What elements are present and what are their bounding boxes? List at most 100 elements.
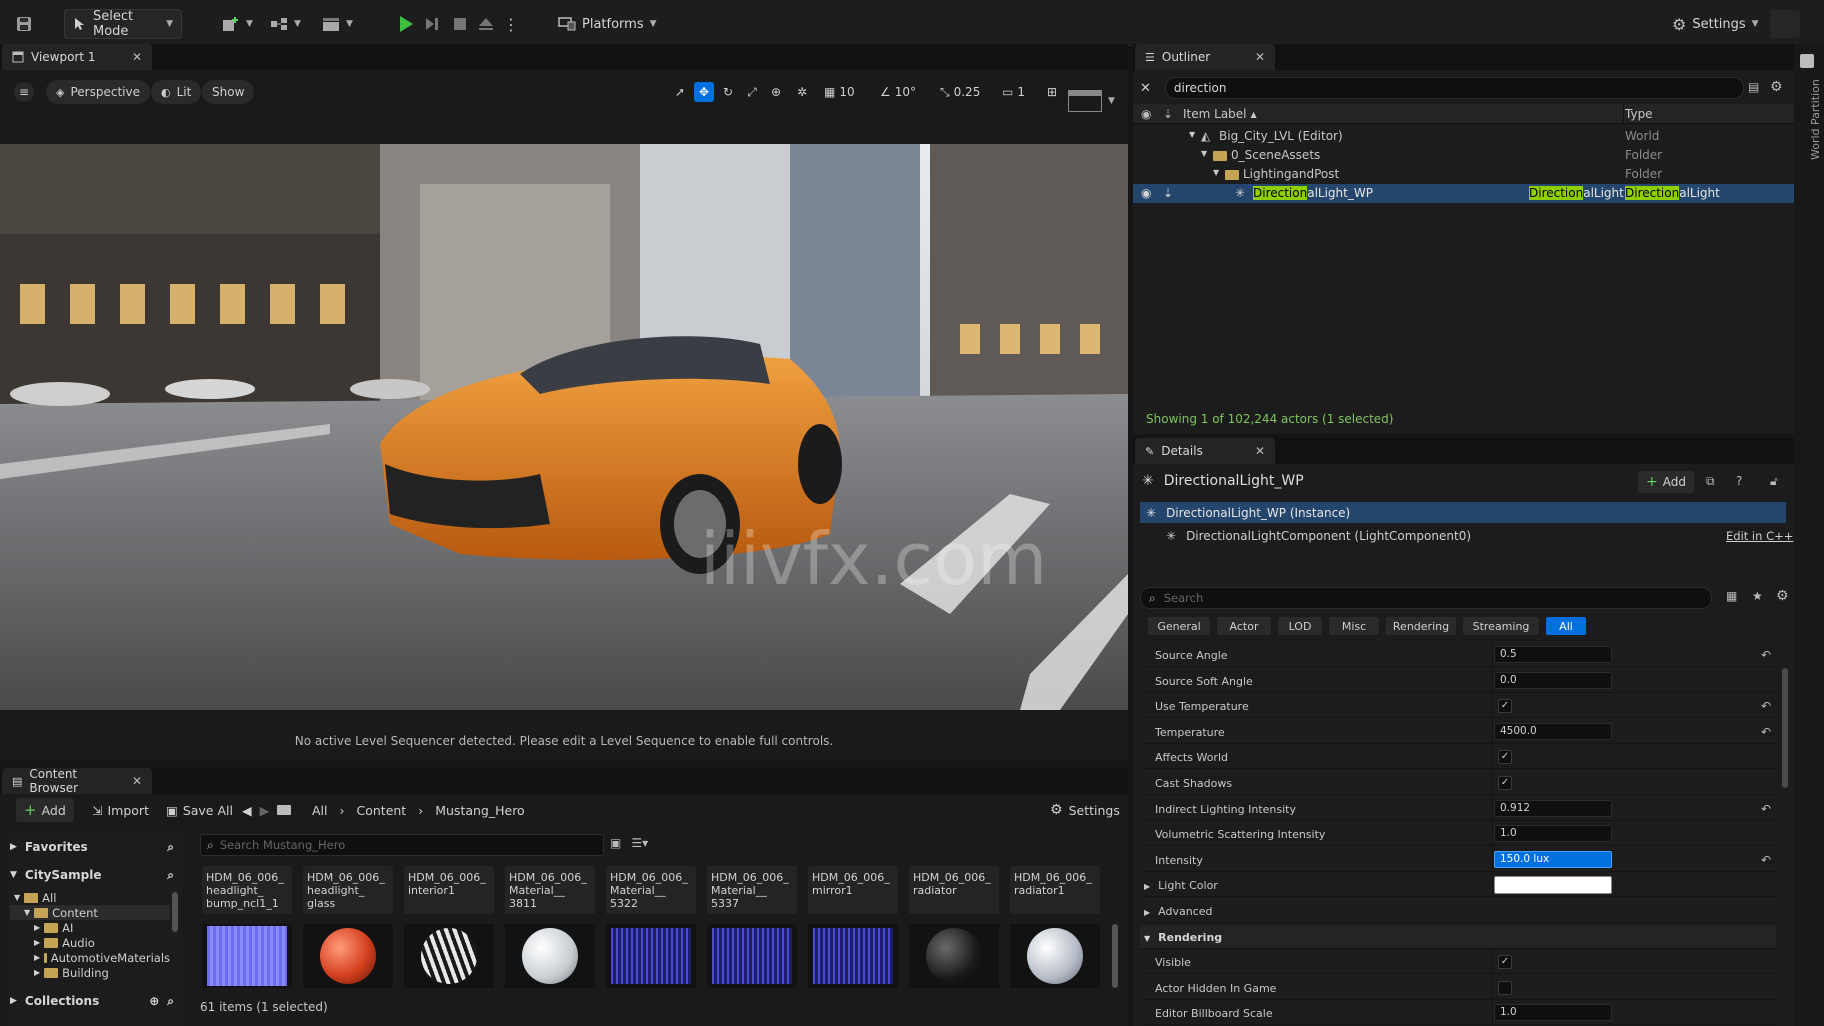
scale-snap-button[interactable]: ⤡ 0.25 bbox=[940, 82, 980, 102]
add-folder-icon[interactable]: ▤ bbox=[1748, 80, 1759, 94]
gear-icon[interactable]: ⚙ bbox=[1776, 588, 1789, 604]
item-label-column[interactable]: Item Label ▲ bbox=[1183, 107, 1257, 121]
world-local-icon[interactable]: ⊕ bbox=[766, 82, 786, 102]
section-advanced[interactable]: ▶ Advanced bbox=[1144, 905, 1213, 918]
category-tab-misc[interactable]: Misc bbox=[1329, 617, 1379, 635]
world-partition-icon[interactable] bbox=[1800, 54, 1814, 68]
scale-tool-icon[interactable]: ⤢ bbox=[742, 82, 762, 102]
outliner-row-world[interactable]: ▼ ◭ Big_City_LVL (Editor) World bbox=[1133, 127, 1794, 146]
lock-icon[interactable]: 🔓︎ bbox=[1770, 474, 1778, 489]
cb-save-all-button[interactable]: ▣ Save All bbox=[166, 798, 233, 822]
reset-to-default-icon[interactable]: ↶ bbox=[1761, 802, 1771, 816]
asset-tile[interactable]: HDM_06_006_ headlight_ glass bbox=[303, 866, 393, 988]
play-icon[interactable] bbox=[396, 14, 416, 34]
settings-button[interactable]: ⚙ Settings ▼ bbox=[1664, 9, 1767, 39]
camera-speed-button[interactable]: ▭ 1 bbox=[1002, 82, 1025, 102]
details-add-button[interactable]: + Add bbox=[1638, 471, 1694, 493]
breadcrumb-all[interactable]: All bbox=[312, 803, 328, 818]
world-partition-label[interactable]: World Partition bbox=[1809, 79, 1822, 160]
history-forward-icon[interactable]: ▶ bbox=[260, 803, 270, 818]
reset-to-default-icon[interactable]: ↶ bbox=[1761, 725, 1771, 739]
show-button[interactable]: Show bbox=[202, 80, 255, 104]
type-column-header[interactable]: Type bbox=[1625, 107, 1653, 121]
viewport-menu-icon[interactable]: ≡ bbox=[14, 82, 34, 102]
clear-search-icon[interactable]: ✕ bbox=[1140, 81, 1151, 96]
tree-item-audio[interactable]: ▶ Audio bbox=[10, 935, 170, 950]
tree-item-building[interactable]: ▶ Building bbox=[10, 965, 170, 980]
edit-cpp-link[interactable]: Edit in C++ bbox=[1726, 529, 1793, 543]
category-tab-streaming[interactable]: Streaming bbox=[1463, 617, 1539, 635]
rotate-tool-icon[interactable]: ↻ bbox=[718, 82, 738, 102]
tree-item-content[interactable]: ▼ Content bbox=[10, 905, 170, 920]
surface-snap-icon[interactable]: ✲ bbox=[792, 82, 812, 102]
light-color-swatch[interactable] bbox=[1494, 876, 1612, 895]
lit-button[interactable]: ◐ Lit bbox=[151, 80, 202, 104]
toolbar-extra-button[interactable] bbox=[1770, 10, 1800, 38]
search-icon[interactable]: ⌕ bbox=[167, 994, 174, 1009]
save-icon[interactable] bbox=[14, 14, 34, 34]
viewport-scene[interactable]: iiivfx.com bbox=[0, 144, 1128, 710]
chevron-down-icon[interactable]: ▼ bbox=[1108, 96, 1115, 106]
blueprint-button[interactable]: ▼ bbox=[262, 9, 309, 39]
favorites-star-icon[interactable]: ★ bbox=[1752, 589, 1763, 603]
add-content-button[interactable]: ▼ bbox=[214, 9, 261, 39]
breadcrumb-content[interactable]: Content bbox=[357, 803, 407, 818]
asset-tile[interactable]: HDM_06_006_ mirror1 bbox=[808, 866, 898, 988]
cb-import-button[interactable]: ⇲ Import bbox=[92, 798, 149, 822]
help-icon[interactable]: ? bbox=[1736, 474, 1742, 488]
project-header[interactable]: ▼ CitySample ⌕ bbox=[10, 864, 182, 886]
asset-scrollbar[interactable] bbox=[1112, 924, 1118, 988]
details-scrollbar[interactable] bbox=[1782, 668, 1788, 788]
outliner-row-folder[interactable]: ▼ 0_SceneAssets Folder bbox=[1133, 146, 1794, 165]
blueprint-icon[interactable]: ⧉ bbox=[1706, 474, 1715, 489]
close-icon[interactable]: ✕ bbox=[132, 50, 142, 64]
viewport-layout-icon[interactable] bbox=[1068, 90, 1102, 112]
close-icon[interactable]: ✕ bbox=[1255, 444, 1265, 458]
category-tab-general[interactable]: General bbox=[1148, 617, 1210, 635]
outliner-row-selected[interactable]: ◉ ⇣ ✳ DirectionalLight_WP DirectionalLig… bbox=[1133, 184, 1794, 203]
category-tab-rendering[interactable]: Rendering bbox=[1386, 617, 1456, 635]
history-back-icon[interactable]: ◀ bbox=[242, 803, 252, 818]
outliner-tab[interactable]: ☰ Outliner ✕ bbox=[1135, 44, 1275, 70]
viewport-tab[interactable]: Viewport 1 ✕ bbox=[2, 44, 152, 70]
property-matrix-icon[interactable]: ▦ bbox=[1726, 589, 1737, 603]
close-icon[interactable]: ✕ bbox=[132, 774, 142, 788]
property-checkbox-affects-world[interactable]: ✓ bbox=[1498, 750, 1512, 765]
property-checkbox-cast-shadows[interactable]: ✓ bbox=[1498, 776, 1512, 790]
select-tool-icon[interactable]: ➚ bbox=[670, 82, 690, 102]
stop-icon[interactable] bbox=[450, 14, 470, 34]
property-light-color[interactable]: ▶ Light Color bbox=[1144, 879, 1218, 892]
property-input-source-angle[interactable]: 0.5 bbox=[1494, 646, 1612, 663]
category-tab-lod[interactable]: LOD bbox=[1278, 617, 1322, 635]
tree-item-all[interactable]: ▼ All bbox=[10, 890, 170, 905]
outliner-search-input[interactable]: direction bbox=[1164, 77, 1744, 99]
step-icon[interactable] bbox=[422, 14, 442, 34]
close-icon[interactable]: ✕ bbox=[1255, 50, 1265, 64]
property-checkbox-use-temperature[interactable]: ✓ bbox=[1498, 699, 1512, 714]
tree-scrollbar[interactable] bbox=[172, 892, 178, 932]
reset-to-default-icon[interactable]: ↶ bbox=[1761, 853, 1771, 867]
details-tab[interactable]: ✎ Details ✕ bbox=[1135, 438, 1275, 464]
asset-tile[interactable]: HDM_06_006_ interior1 bbox=[404, 866, 494, 988]
more-options-icon[interactable]: ⋮ bbox=[503, 14, 519, 34]
search-icon[interactable]: ⌕ bbox=[167, 868, 174, 883]
pin-icon[interactable]: ⇣ bbox=[1163, 186, 1173, 200]
tree-item-automotive[interactable]: ▶ AutomotiveMaterials bbox=[10, 950, 170, 965]
property-input-intensity[interactable]: 150.0 lux bbox=[1494, 850, 1612, 868]
category-tab-all[interactable]: All bbox=[1546, 617, 1586, 635]
grid-snap-button[interactable]: ▦ 10 bbox=[824, 82, 855, 102]
add-collection-icon[interactable]: ⊕ bbox=[149, 994, 159, 1008]
tree-item-ai[interactable]: ▶ AI bbox=[10, 920, 170, 935]
property-checkbox-actor-hidden-in-game[interactable] bbox=[1498, 980, 1512, 995]
component-row[interactable]: ✳ DirectionalLightComponent (LightCompon… bbox=[1166, 526, 1471, 546]
asset-tile[interactable]: HDM_06_006_ radiator1 bbox=[1010, 866, 1100, 988]
section-header-rendering[interactable]: ▼ Rendering bbox=[1144, 931, 1222, 944]
cb-add-button[interactable]: + Add bbox=[16, 798, 74, 822]
perspective-button[interactable]: ◈ Perspective bbox=[46, 80, 150, 104]
asset-tile[interactable]: HDM_06_006_ Material__ 5337 bbox=[707, 866, 797, 988]
property-input-source-soft-angle[interactable]: 0.0 bbox=[1494, 671, 1612, 689]
property-input-volumetric-scattering-intensity[interactable]: 1.0 bbox=[1494, 825, 1612, 843]
cb-settings-button[interactable]: ⚙ Settings bbox=[1050, 798, 1120, 822]
select-mode-button[interactable]: Select Mode ▼ bbox=[64, 9, 182, 39]
content-browser-tab[interactable]: ▤ Content Browser ✕ bbox=[2, 767, 152, 795]
